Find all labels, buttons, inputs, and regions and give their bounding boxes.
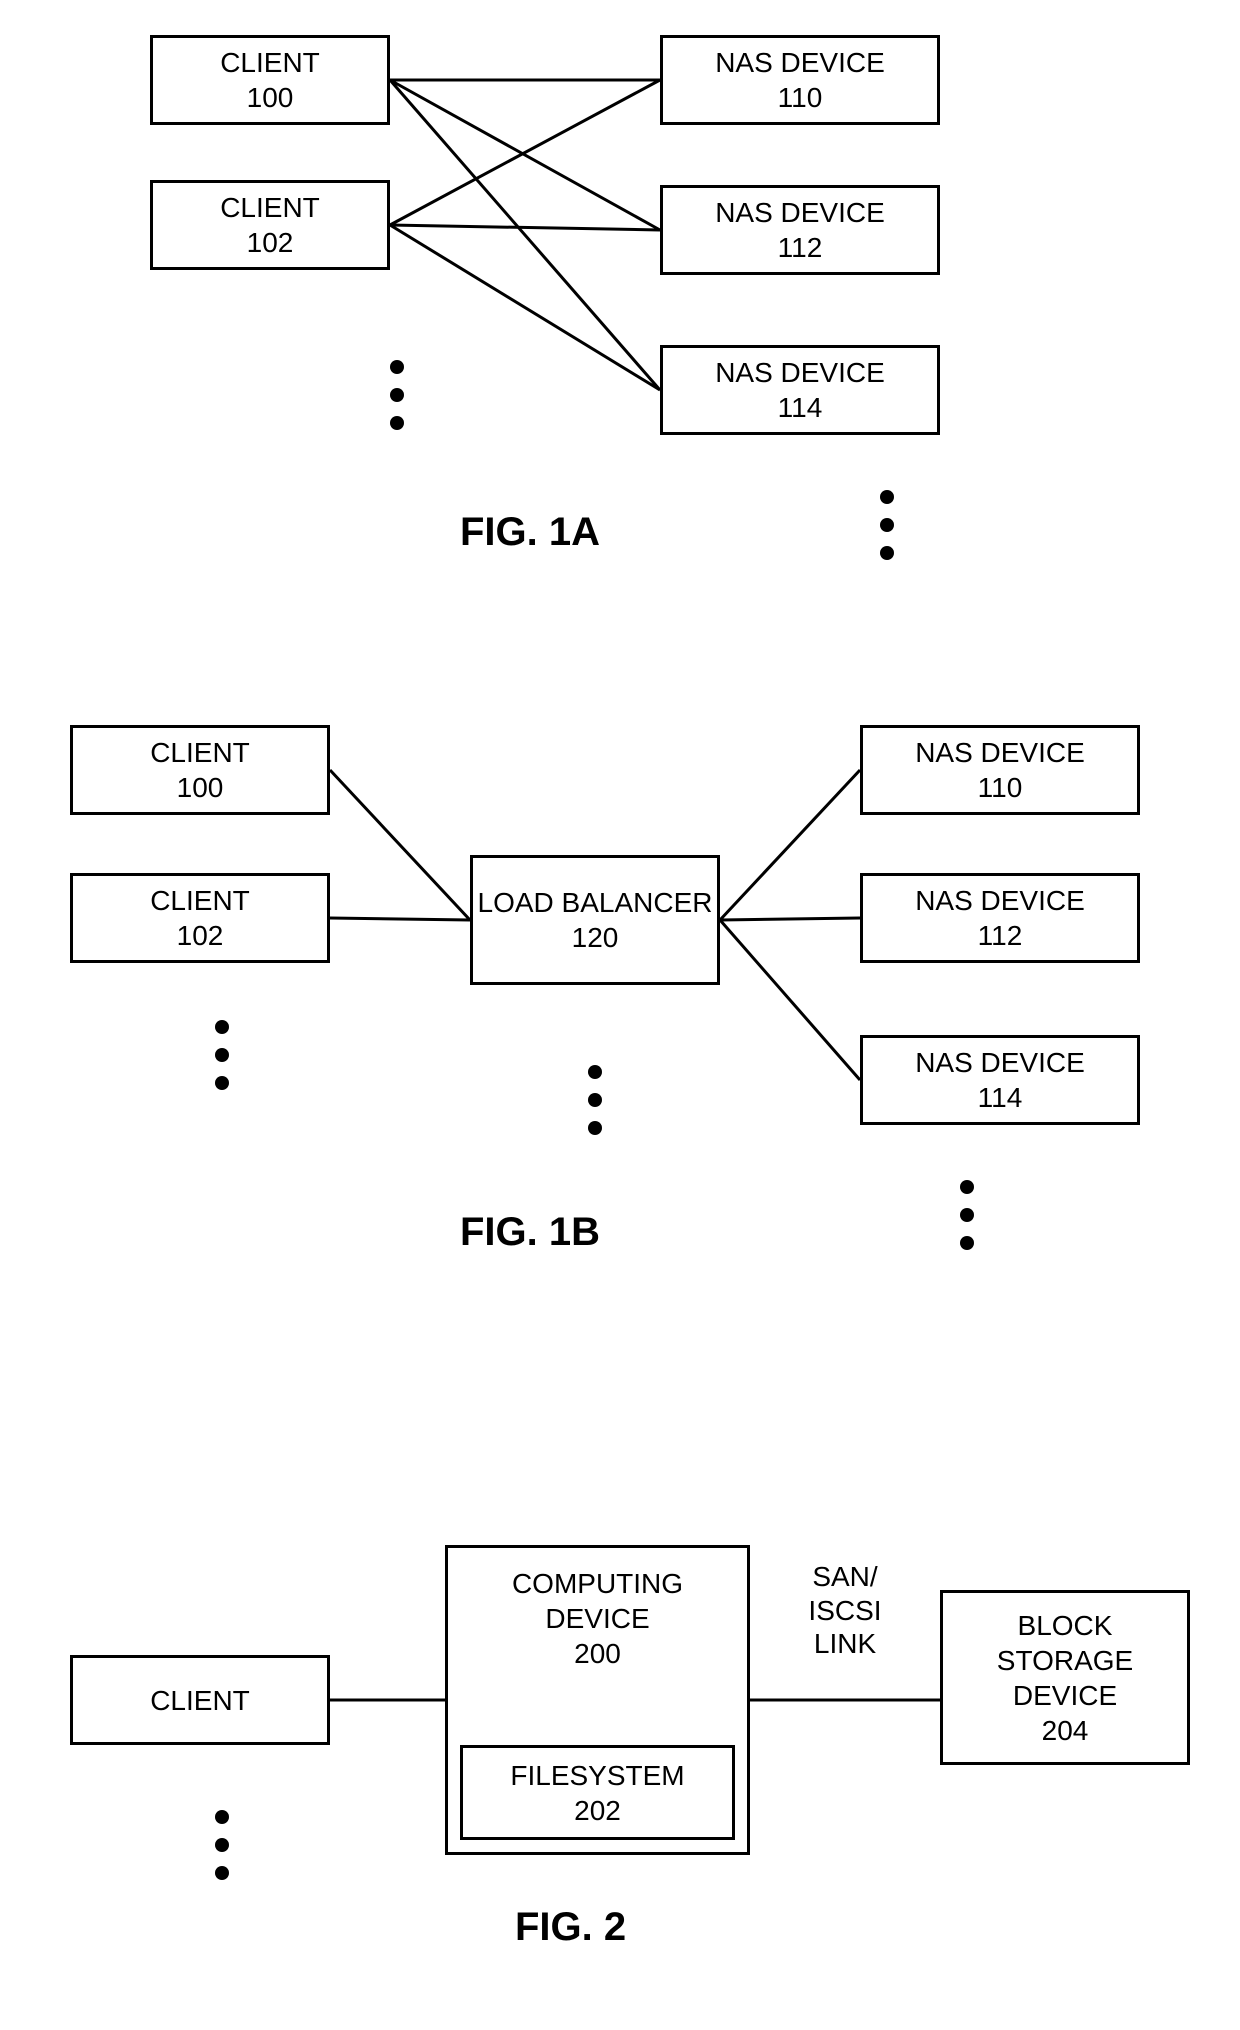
box-name: NAS DEVICE [715, 355, 885, 390]
vdots-icon [960, 1180, 974, 1250]
fig2-client: CLIENT [70, 1655, 330, 1745]
box-name: CLIENT [220, 190, 320, 225]
box-name: CLIENT [220, 45, 320, 80]
box-id: 100 [247, 80, 294, 115]
box-id: 202 [574, 1793, 621, 1828]
box-id: 112 [978, 918, 1023, 953]
box-name: NAS DEVICE [715, 195, 885, 230]
box-id: 204 [1042, 1713, 1089, 1748]
box-id: 102 [177, 918, 224, 953]
vdots-icon [215, 1020, 229, 1090]
box-id: 112 [778, 230, 823, 265]
box-name: CLIENT [150, 1683, 250, 1718]
fig2-filesystem: FILESYSTEM 202 [460, 1745, 735, 1840]
fig1a-label: FIG. 1A [460, 510, 600, 555]
fig1b-nas-112: NAS DEVICE 112 [860, 873, 1140, 963]
link-label-line: SAN/ [775, 1560, 915, 1594]
box-id: 200 [574, 1636, 621, 1671]
box-id: 110 [778, 80, 823, 115]
box-name: NAS DEVICE [715, 45, 885, 80]
fig1b-client-100: CLIENT 100 [70, 725, 330, 815]
fig1a-nas-114: NAS DEVICE 114 [660, 345, 940, 435]
box-name: NAS DEVICE [915, 1045, 1085, 1080]
link-label-line: ISCSI [775, 1594, 915, 1628]
fig1a-nas-112: NAS DEVICE 112 [660, 185, 940, 275]
box-name: COMPUTING DEVICE [468, 1566, 728, 1636]
box-name: NAS DEVICE [915, 883, 1085, 918]
box-name: NAS DEVICE [915, 735, 1085, 770]
box-name: BLOCK STORAGE DEVICE [960, 1608, 1170, 1713]
fig1b-client-102: CLIENT 102 [70, 873, 330, 963]
vdots-icon [390, 360, 404, 430]
vdots-icon [588, 1065, 602, 1135]
fig1a-nas-110: NAS DEVICE 110 [660, 35, 940, 125]
link-label-line: LINK [775, 1627, 915, 1661]
fig2-block-storage: BLOCK STORAGE DEVICE 204 [940, 1590, 1190, 1765]
box-name: FILESYSTEM [510, 1758, 684, 1793]
fig2-link-label: SAN/ ISCSI LINK [775, 1560, 915, 1661]
fig1b-label: FIG. 1B [460, 1210, 600, 1255]
box-id: 100 [177, 770, 224, 805]
box-id: 114 [778, 390, 823, 425]
box-id: 114 [978, 1080, 1023, 1115]
fig2-label: FIG. 2 [515, 1905, 626, 1950]
fig1b-nas-110: NAS DEVICE 110 [860, 725, 1140, 815]
box-id: 110 [978, 770, 1023, 805]
fig1a-client-100: CLIENT 100 [150, 35, 390, 125]
box-name: LOAD BALANCER [478, 885, 713, 920]
vdots-icon [880, 490, 894, 560]
box-name: CLIENT [150, 883, 250, 918]
vdots-icon [215, 1810, 229, 1880]
fig1b-nas-114: NAS DEVICE 114 [860, 1035, 1140, 1125]
fig2-computing-device: COMPUTING DEVICE 200 FILESYSTEM 202 [445, 1545, 750, 1855]
fig1a-client-102: CLIENT 102 [150, 180, 390, 270]
fig1b-load-balancer: LOAD BALANCER 120 [470, 855, 720, 985]
box-id: 102 [247, 225, 294, 260]
box-id: 120 [572, 920, 619, 955]
box-name: CLIENT [150, 735, 250, 770]
